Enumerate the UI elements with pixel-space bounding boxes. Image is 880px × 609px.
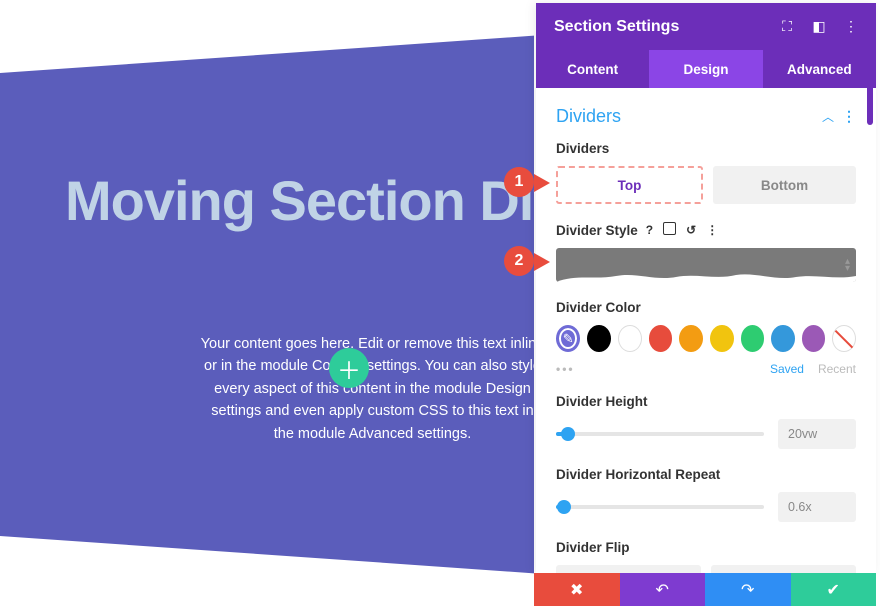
style-more-icon[interactable]: ⋮	[706, 223, 718, 237]
panel-header: Section Settings ⛶ ◧ ⋮	[536, 3, 876, 50]
reset-icon[interactable]: ↻	[686, 223, 696, 237]
color-swatches: ✎	[556, 325, 856, 352]
swatch-orange[interactable]	[679, 325, 703, 352]
callout-badge-1: 1	[504, 167, 534, 197]
swatch-purple[interactable]	[802, 325, 826, 352]
swatch-black[interactable]	[587, 325, 611, 352]
swatch-blue[interactable]	[771, 325, 795, 352]
swatch-red[interactable]	[649, 325, 673, 352]
callout-badge-2: 2	[504, 246, 534, 276]
swatch-none[interactable]	[832, 325, 856, 352]
saved-colors-link[interactable]: Saved	[770, 362, 804, 376]
save-button[interactable]: ✔	[791, 573, 877, 606]
undo-icon: ↶	[656, 580, 669, 600]
field-label-dividers: Dividers	[556, 141, 856, 156]
page-preview: Moving Section Dividers Your content goe…	[0, 3, 534, 606]
tab-content[interactable]: Content	[536, 50, 649, 88]
add-module-button[interactable]: ＋	[329, 348, 369, 388]
slider-thumb[interactable]	[561, 427, 575, 441]
swatch-white[interactable]	[618, 325, 642, 352]
height-slider[interactable]	[556, 432, 764, 436]
segment-top[interactable]: Top	[556, 166, 703, 204]
divider-top-shape	[0, 3, 534, 76]
eyedropper-icon: ✎	[563, 331, 574, 347]
select-caret-icon: ▴▾	[845, 258, 850, 272]
panel-body: Dividers ︿ ⋮ Dividers Top Bottom Divider…	[536, 88, 876, 573]
tab-design[interactable]: Design	[649, 50, 762, 88]
more-icon[interactable]: ⋮	[844, 20, 858, 34]
divider-style-select[interactable]: ▴▾	[556, 248, 856, 282]
repeat-slider[interactable]	[556, 505, 764, 509]
hero-body-text: Your content goes here. Edit or remove t…	[200, 333, 534, 445]
panel-title: Section Settings	[554, 18, 780, 36]
section-title: Dividers	[556, 106, 822, 127]
check-icon: ✔	[827, 580, 840, 600]
redo-icon: ↷	[741, 580, 754, 600]
color-picker-button[interactable]: ✎	[556, 325, 580, 352]
field-label-style: Divider Style ? ↻ ⋮	[556, 222, 856, 238]
snap-icon[interactable]: ◧	[812, 20, 826, 34]
segment-bottom[interactable]: Bottom	[713, 166, 856, 204]
style-label-text: Divider Style	[556, 223, 638, 238]
swatch-yellow[interactable]	[710, 325, 734, 352]
field-label-height: Divider Height	[556, 394, 856, 409]
repeat-input[interactable]	[778, 492, 856, 522]
flip-horizontal-button[interactable]: ▶|◀	[556, 565, 701, 573]
settings-panel: Section Settings ⛶ ◧ ⋮ Content Design Ad…	[536, 3, 876, 573]
callout-arrow-2	[534, 253, 550, 271]
style-preview	[556, 248, 856, 282]
help-icon[interactable]: ?	[646, 223, 653, 237]
expand-icon[interactable]: ⛶	[780, 20, 794, 34]
field-label-color: Divider Color	[556, 300, 856, 315]
flip-vertical-button[interactable]: ▼▲	[711, 565, 856, 573]
wave-icon	[556, 272, 856, 282]
section-header-dividers[interactable]: Dividers ︿ ⋮	[556, 106, 856, 127]
close-button[interactable]: ✖	[534, 573, 620, 606]
tab-advanced[interactable]: Advanced	[763, 50, 876, 88]
slider-thumb[interactable]	[557, 500, 571, 514]
redo-button[interactable]: ↷	[705, 573, 791, 606]
panel-footer: ✖ ↶ ↷ ✔	[534, 573, 876, 606]
section-more-icon[interactable]: ⋮	[842, 108, 856, 125]
field-label-repeat: Divider Horizontal Repeat	[556, 467, 856, 482]
panel-tabs: Content Design Advanced	[536, 50, 876, 88]
field-label-flip: Divider Flip	[556, 540, 856, 555]
callout-arrow-1	[534, 174, 550, 192]
undo-button[interactable]: ↶	[620, 573, 706, 606]
panel-scrollbar[interactable]	[867, 53, 873, 125]
height-input[interactable]	[778, 419, 856, 449]
collapse-icon[interactable]: ︿	[822, 108, 834, 125]
more-colors-icon[interactable]: •••	[556, 362, 575, 376]
divider-position-segment: Top Bottom	[556, 166, 856, 204]
divider-bottom-shape	[0, 533, 534, 606]
swatch-green[interactable]	[741, 325, 765, 352]
recent-colors-link[interactable]: Recent	[818, 362, 856, 376]
close-icon: ✖	[570, 580, 583, 600]
hero-title: Moving Section Dividers	[0, 168, 534, 233]
responsive-icon[interactable]	[663, 222, 676, 238]
